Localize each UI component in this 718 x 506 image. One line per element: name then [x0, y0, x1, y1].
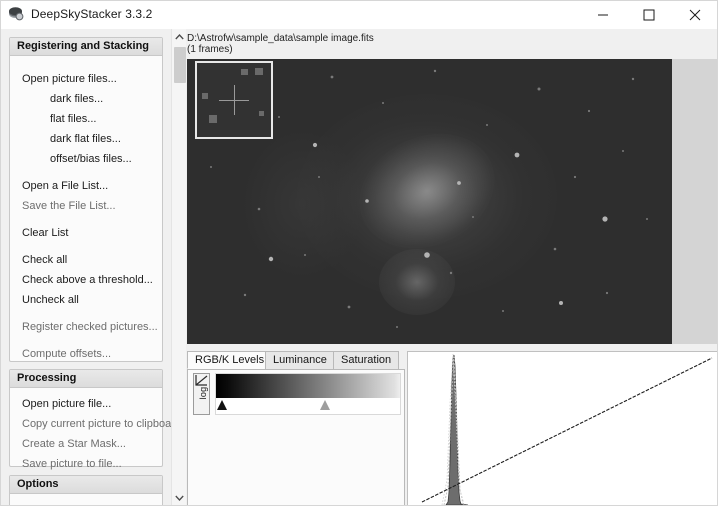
- maximize-button[interactable]: [626, 1, 671, 29]
- black-point-handle[interactable]: [217, 400, 227, 410]
- menu-item-settings[interactable]: Settings...: [10, 500, 162, 505]
- group-body-registering: Open picture files... dark files... flat…: [10, 56, 162, 419]
- menu-item-check-above-threshold[interactable]: Check above a threshold...: [10, 270, 162, 290]
- menu-item-register-checked-pictures[interactable]: Register checked pictures...: [10, 317, 162, 337]
- app-stack-icon: [8, 7, 25, 23]
- main-content-area: D:\Astrofw\sample_data\sample image.fits…: [186, 29, 717, 505]
- magnifier-inset[interactable]: [195, 61, 273, 139]
- crosshair-vertical: [234, 85, 235, 115]
- levels-gradient-track[interactable]: [215, 373, 401, 415]
- group-registering-and-stacking: Registering and Stacking Open picture fi…: [9, 37, 163, 407]
- sidebar-scrollbar[interactable]: [171, 29, 187, 505]
- menu-item-dark-flat-files[interactable]: dark flat files...: [10, 129, 162, 149]
- scroll-down-icon[interactable]: [172, 490, 187, 505]
- menu-item-uncheck-all[interactable]: Uncheck all: [10, 290, 162, 310]
- menu-item-save-file-list[interactable]: Save the File List...: [10, 196, 162, 216]
- menu-item-open-picture-file[interactable]: Open picture file...: [10, 394, 162, 414]
- menu-item-open-file-list[interactable]: Open a File List...: [10, 176, 162, 196]
- levels-gradient-bar: [216, 374, 400, 398]
- curve-icon: [195, 375, 208, 386]
- scrollbar-thumb[interactable]: [174, 47, 186, 83]
- group-title-registering: Registering and Stacking: [10, 38, 162, 56]
- menu-item-clear-list[interactable]: Clear List: [10, 223, 162, 243]
- image-preview-canvas[interactable]: [187, 59, 717, 344]
- histogram-chart: [408, 352, 717, 505]
- current-file-path-label: D:\Astrofw\sample_data\sample image.fits…: [187, 33, 374, 55]
- left-command-panel: Registering and Stacking Open picture fi…: [1, 29, 181, 505]
- menu-item-compute-offsets[interactable]: Compute offsets...: [10, 344, 162, 364]
- tab-luminance[interactable]: Luminance: [265, 351, 335, 369]
- group-body-processing: Open picture file... Copy current pictur…: [10, 388, 181, 482]
- menu-item-dark-files[interactable]: dark files...: [10, 89, 162, 109]
- levels-tab-strip: RGB/K Levels Luminance Saturation: [187, 351, 405, 369]
- group-options: Options Settings...: [9, 475, 163, 505]
- tab-rgbk-levels[interactable]: RGB/K Levels: [187, 351, 273, 369]
- log-scale-toggle-button[interactable]: log: [193, 373, 210, 415]
- levels-panel: log: [187, 369, 405, 505]
- menu-item-check-all[interactable]: Check all: [10, 250, 162, 270]
- menu-item-save-picture-to-file[interactable]: Save picture to file...: [10, 454, 162, 474]
- group-title-options: Options: [10, 476, 162, 494]
- histogram-panel[interactable]: [407, 351, 717, 505]
- mid-point-handle[interactable]: [320, 400, 330, 410]
- group-processing: Processing Open picture file... Copy cur…: [9, 369, 181, 470]
- menu-item-copy-picture-to-clipboard[interactable]: Copy current picture to clipboard: [10, 414, 181, 434]
- group-title-processing: Processing: [10, 370, 162, 388]
- menu-item-flat-files[interactable]: flat files...: [10, 109, 162, 129]
- title-bar: DeepSkyStacker 3.3.2: [1, 1, 717, 29]
- close-button[interactable]: [672, 1, 717, 29]
- window-title: DeepSkyStacker 3.3.2: [31, 7, 153, 21]
- tab-saturation[interactable]: Saturation: [333, 351, 400, 369]
- group-body-options: Settings...: [10, 494, 162, 505]
- menu-item-offset-bias-files[interactable]: offset/bias files...: [10, 149, 162, 169]
- menu-item-open-picture-files[interactable]: Open picture files...: [10, 69, 162, 89]
- scroll-up-icon[interactable]: [172, 29, 187, 45]
- menu-item-create-star-mask[interactable]: Create a Star Mask...: [10, 434, 162, 454]
- application-window: DeepSkyStacker 3.3.2 Registering and Sta…: [0, 0, 718, 506]
- minimize-button[interactable]: [580, 1, 625, 29]
